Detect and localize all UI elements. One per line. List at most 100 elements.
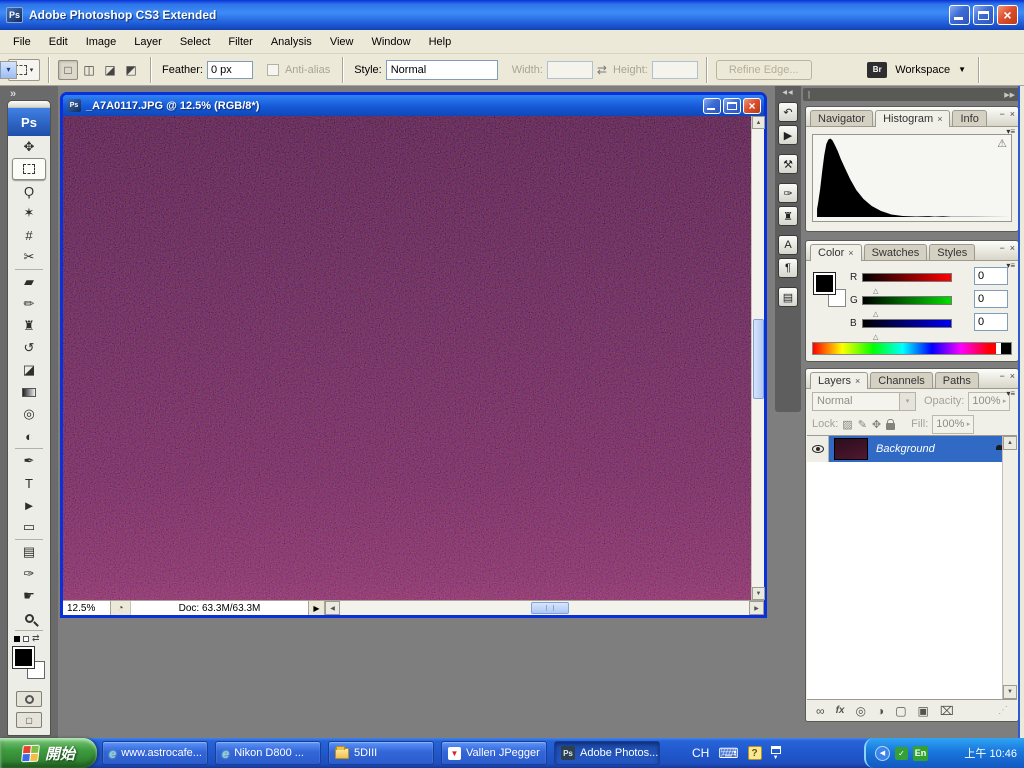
lock-position-icon[interactable]: ✥	[872, 418, 881, 431]
width-input[interactable]	[546, 60, 593, 79]
vertical-scrollbar[interactable]: ▲ ▼	[751, 116, 765, 600]
green-value-input[interactable]	[974, 290, 1008, 308]
status-expand-button[interactable]: ▶	[309, 601, 325, 615]
default-colors-bg-icon[interactable]	[23, 635, 29, 642]
blue-value-input[interactable]	[974, 313, 1008, 331]
pen-tool[interactable]: ✒	[8, 450, 50, 472]
brushes-panel-icon[interactable]: ✑	[778, 183, 798, 203]
tab-color[interactable]: Color ×	[810, 244, 862, 261]
tab-histogram[interactable]: Histogram ×	[875, 110, 951, 127]
doc-restore-button[interactable]	[723, 97, 741, 114]
spinner-icon[interactable]: ▸	[1003, 397, 1007, 405]
tab-channels[interactable]: Channels	[870, 372, 933, 388]
menu-view[interactable]: View	[321, 33, 363, 51]
history-panel-icon[interactable]: ↶	[778, 102, 798, 122]
gradient-tool[interactable]	[8, 381, 50, 403]
taskbar-item-5diii[interactable]: 5DIII	[328, 741, 434, 765]
menu-filter[interactable]: Filter	[219, 33, 261, 51]
vertical-scroll-thumb[interactable]	[753, 319, 764, 400]
foreground-color-swatch[interactable]	[814, 273, 835, 294]
panel-menu-icon[interactable]: ▾≡	[1006, 127, 1015, 136]
type-tool[interactable]: T	[8, 472, 50, 494]
lock-transparency-icon[interactable]: ▨	[842, 418, 852, 431]
panel-close-button[interactable]: ×	[1010, 109, 1015, 119]
antialias-checkbox[interactable]	[266, 63, 279, 76]
feather-input[interactable]	[206, 60, 253, 79]
tab-close-icon[interactable]: ×	[937, 114, 942, 124]
language-bar-options[interactable]: ▼	[770, 745, 781, 761]
menu-edit[interactable]: Edit	[40, 33, 77, 51]
resize-grip-icon[interactable]: ⋰	[998, 705, 1008, 716]
tab-paths[interactable]: Paths	[934, 372, 979, 388]
quick-selection-tool[interactable]: ✶	[8, 202, 50, 224]
tool-presets-panel-icon[interactable]: ⚒	[778, 154, 798, 174]
blur-tool[interactable]: ◎	[8, 403, 50, 425]
spot-healing-brush-tool[interactable]: ▰	[8, 271, 50, 293]
color-spectrum-ramp[interactable]	[812, 342, 1012, 355]
delete-layer-button[interactable]: ⌧	[940, 704, 954, 718]
zoom-level-field[interactable]: 12.5%	[63, 601, 111, 615]
document-size-info[interactable]: Doc: 63.3M/63.3M	[131, 601, 309, 615]
start-button[interactable]: 開始	[0, 738, 97, 768]
screen-mode-button[interactable]: ▢	[16, 712, 42, 728]
menu-layer[interactable]: Layer	[125, 33, 171, 51]
add-layer-mask-button[interactable]: ◎	[855, 704, 865, 718]
crop-tool[interactable]: #	[8, 224, 50, 246]
panel-minimize-button[interactable]: −	[999, 243, 1004, 253]
selection-mode-subtract-button[interactable]: ◪	[100, 60, 120, 80]
notes-tool[interactable]: ▤	[8, 541, 50, 563]
chevron-down-icon[interactable]: ▾	[0, 60, 17, 79]
help-icon[interactable]: ?	[747, 746, 762, 760]
red-value-input[interactable]	[974, 267, 1008, 285]
slice-tool[interactable]: ✂	[8, 246, 50, 268]
foreground-color-swatch[interactable]	[13, 647, 34, 668]
menu-analysis[interactable]: Analysis	[262, 33, 321, 51]
history-brush-tool[interactable]: ↺	[8, 337, 50, 359]
rectangular-marquee-tool[interactable]	[12, 158, 46, 180]
paragraph-panel-icon[interactable]: ¶	[778, 258, 798, 278]
swap-colors-icon[interactable]: ⇄	[32, 633, 40, 644]
taskbar-item-nikon[interactable]: e Nikon D800 ...	[215, 741, 321, 765]
refine-edge-button[interactable]: Refine Edge...	[715, 59, 812, 80]
blend-mode-select[interactable]: Normal ▾	[812, 391, 916, 411]
restore-button[interactable]	[973, 5, 994, 25]
actions-panel-icon[interactable]: ▶	[778, 125, 798, 145]
taskbar-item-photoshop[interactable]: Ps Adobe Photos...	[554, 741, 660, 765]
tab-close-icon[interactable]: ×	[848, 248, 853, 258]
doc-minimize-button[interactable]	[703, 97, 721, 114]
tray-language-icon[interactable]: En	[913, 745, 928, 761]
scroll-down-button[interactable]: ▼	[1003, 685, 1017, 699]
layer-visibility-cell[interactable]	[807, 436, 829, 462]
new-adjustment-layer-button[interactable]: ◑	[877, 704, 884, 718]
menu-select[interactable]: Select	[171, 33, 220, 51]
scroll-up-button[interactable]: ▲	[1003, 436, 1017, 450]
hand-tool[interactable]: ☛	[8, 585, 50, 607]
cached-data-warning-icon[interactable]: ⚠	[997, 137, 1007, 150]
selection-mode-intersect-button[interactable]: ◩	[121, 60, 141, 80]
character-panel-icon[interactable]: A	[778, 235, 798, 255]
zoom-tool[interactable]	[8, 607, 50, 629]
new-group-button[interactable]: ▢	[895, 704, 906, 718]
horizontal-scrollbar[interactable]: ◀ ▶	[325, 601, 764, 615]
layer-name[interactable]: Background	[876, 443, 995, 455]
keyboard-icon[interactable]: ⌨	[718, 745, 738, 762]
panel-minimize-button[interactable]: −	[999, 371, 1004, 381]
tray-status-icon[interactable]: ✓	[895, 746, 908, 760]
height-input[interactable]	[651, 60, 698, 79]
clone-stamp-tool[interactable]: ♜	[8, 315, 50, 337]
tab-close-icon[interactable]: ×	[855, 376, 860, 386]
new-layer-button[interactable]: ▣	[918, 704, 929, 718]
tab-swatches[interactable]: Swatches	[863, 244, 928, 260]
taskbar-clock[interactable]: 上午 10:46	[964, 745, 1017, 761]
swap-dimensions-icon[interactable]: ⇄	[597, 63, 607, 77]
path-selection-tool[interactable]: ►	[8, 494, 50, 516]
selection-mode-add-button[interactable]: ◫	[79, 60, 99, 80]
green-slider[interactable]: △	[862, 295, 952, 318]
eyedropper-tool[interactable]: ✑	[8, 563, 50, 585]
tab-styles[interactable]: Styles	[929, 244, 976, 260]
toolbox-collapse-icon[interactable]: »	[10, 88, 16, 100]
spectrum-black[interactable]	[1001, 343, 1011, 354]
layer-comps-panel-icon[interactable]: ▤	[778, 287, 798, 307]
close-button[interactable]: ×	[997, 5, 1018, 25]
tab-info[interactable]: Info	[952, 110, 987, 126]
